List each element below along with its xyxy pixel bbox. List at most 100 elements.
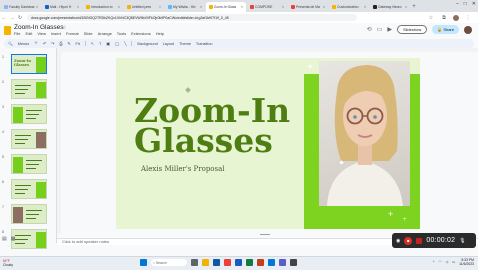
- extensions-icon[interactable]: ⧉: [440, 15, 448, 21]
- menu-arrange[interactable]: Arrange: [98, 31, 112, 36]
- layout-button[interactable]: Layout: [163, 42, 174, 46]
- pause-recording-button[interactable]: [416, 237, 423, 244]
- word-icon[interactable]: [235, 259, 242, 266]
- excel-icon[interactable]: [246, 259, 253, 266]
- redo-icon[interactable]: ↷: [51, 41, 54, 46]
- tab-close-icon[interactable]: ×: [200, 5, 202, 9]
- search-menus-icon[interactable]: 🔍: [8, 41, 13, 46]
- browser-tab[interactable]: Introduction to ×: [83, 2, 123, 12]
- menu-help[interactable]: Help: [156, 31, 164, 36]
- add-slide-icon[interactable]: ＋: [34, 41, 38, 46]
- tab-close-icon[interactable]: ×: [282, 5, 284, 9]
- filmstrip-view-icon[interactable]: ▤: [2, 236, 7, 242]
- slide-thumbnail[interactable]: [11, 104, 47, 124]
- chrome-icon[interactable]: [224, 259, 231, 266]
- tab-close-icon[interactable]: ×: [323, 5, 325, 9]
- chevron-up-icon[interactable]: ^: [433, 260, 435, 264]
- slide-thumbnail[interactable]: [11, 204, 47, 224]
- browser-tab[interactable]: Zoom-In Glass ×: [206, 2, 246, 12]
- slide-subtitle[interactable]: Alexis Miller's Proposal: [141, 165, 225, 173]
- slide-thumbnail[interactable]: [11, 129, 47, 149]
- menu-insert[interactable]: Insert: [51, 31, 61, 36]
- tab-close-icon[interactable]: ×: [36, 5, 38, 9]
- current-slide[interactable]: Zoom-In Glasses Alexis Miller's Proposal…: [116, 58, 420, 229]
- select-icon[interactable]: ↖: [91, 41, 94, 46]
- battery-icon[interactable]: ▭: [452, 260, 455, 264]
- line-icon[interactable]: ╲: [124, 41, 126, 46]
- windows-start-icon[interactable]: [140, 259, 147, 266]
- menu-extensions[interactable]: Extensions: [131, 31, 151, 36]
- slides-logo-icon[interactable]: [4, 26, 11, 35]
- tab-close-icon[interactable]: ×: [405, 5, 407, 9]
- reload-icon[interactable]: ↻: [16, 15, 24, 21]
- system-clock[interactable]: 5:33 PM 11/6/2023: [459, 258, 474, 266]
- slide-thumbnail[interactable]: [11, 154, 47, 174]
- transition-button[interactable]: Transition: [196, 42, 213, 46]
- slide-thumbnail[interactable]: [11, 179, 47, 199]
- meet-icon[interactable]: ▶: [387, 26, 392, 33]
- comment-icon[interactable]: ▭: [377, 26, 383, 33]
- browser-menu-icon[interactable]: ⋮: [464, 15, 472, 21]
- new-tab-button[interactable]: +: [410, 2, 418, 12]
- tab-close-icon[interactable]: ×: [118, 5, 120, 9]
- file-explorer-icon[interactable]: [202, 259, 209, 266]
- menu-format[interactable]: Format: [66, 31, 79, 36]
- tab-close-icon[interactable]: ×: [364, 5, 366, 9]
- browser-tab[interactable]: Faculty Dashboa ×: [1, 2, 41, 12]
- outlook-icon[interactable]: [268, 259, 275, 266]
- menu-tools[interactable]: Tools: [117, 31, 126, 36]
- tab-close-icon[interactable]: ×: [159, 5, 161, 9]
- weather-widget[interactable]: 64°F Cloudy: [3, 259, 13, 267]
- minimize-icon[interactable]: –: [456, 1, 459, 7]
- teams-icon[interactable]: [279, 259, 286, 266]
- notes-resize-handle[interactable]: [260, 234, 270, 235]
- text-box-icon[interactable]: T: [99, 42, 101, 46]
- taskbar-search[interactable]: ⌕ Search: [151, 259, 187, 266]
- history-icon[interactable]: ⟲: [367, 26, 372, 33]
- browser-tab[interactable]: My Wistia - Hiv ×: [165, 2, 205, 12]
- menu-file[interactable]: File: [14, 31, 20, 36]
- menu-edit[interactable]: Edit: [25, 31, 32, 36]
- paint-format-icon[interactable]: ✎: [67, 41, 70, 46]
- url-bar[interactable]: docs.google.com/presentation/d/1BGtGQ2TR…: [27, 14, 357, 21]
- back-icon[interactable]: ←: [0, 15, 8, 21]
- account-avatar[interactable]: [464, 25, 472, 34]
- menu-slide[interactable]: Slide: [84, 31, 93, 36]
- close-window-icon[interactable]: ✕: [472, 1, 476, 7]
- volume-icon[interactable]: ◁: [445, 260, 448, 264]
- powerpoint-icon[interactable]: [257, 259, 264, 266]
- tab-close-icon[interactable]: ×: [77, 5, 79, 9]
- menus-search[interactable]: Menus: [18, 42, 29, 46]
- slide-title[interactable]: Zoom-In Glasses: [134, 94, 290, 157]
- browser-tab[interactable]: COMPOSE ×: [247, 2, 287, 12]
- task-view-icon[interactable]: [191, 259, 198, 266]
- grid-view-icon[interactable]: ▦: [11, 236, 16, 242]
- slideshow-button[interactable]: Slideshow: [396, 25, 428, 34]
- browser-tab[interactable]: Customization ×: [329, 2, 369, 12]
- browser-tab[interactable]: Presenta de Ma ×: [288, 2, 328, 12]
- bookmark-star-icon[interactable]: ☆: [427, 15, 435, 21]
- share-button[interactable]: 🔒 Share: [432, 25, 459, 34]
- maximize-icon[interactable]: □: [464, 1, 467, 7]
- menu-view[interactable]: View: [37, 31, 46, 36]
- theme-button[interactable]: Theme: [179, 42, 191, 46]
- profile-avatar[interactable]: [453, 14, 459, 21]
- slide-thumbnail[interactable]: [11, 79, 47, 99]
- print-icon[interactable]: ⎙: [59, 42, 62, 46]
- settings-icon[interactable]: [290, 259, 297, 266]
- zoom-select[interactable]: Fit: [76, 42, 80, 46]
- shape-icon[interactable]: ◯: [115, 41, 119, 46]
- browser-tab[interactable]: Untitled pres ×: [124, 2, 164, 12]
- image-icon[interactable]: ▣: [106, 41, 110, 46]
- browser-tab[interactable]: Mail - Hiyori H ×: [42, 2, 82, 12]
- microphone-icon[interactable]: 🎙: [459, 238, 465, 244]
- wifi-icon[interactable]: ◠: [438, 260, 441, 264]
- slide-thumbnail[interactable]: [11, 229, 47, 249]
- browser-tab[interactable]: Gateway Neuro ×: [370, 2, 410, 12]
- woman-with-glasses-photo[interactable]: [319, 61, 410, 206]
- undo-icon[interactable]: ↶: [43, 41, 46, 46]
- forward-icon[interactable]: →: [8, 15, 16, 21]
- stop-recording-button[interactable]: ■: [404, 236, 413, 245]
- tab-close-icon[interactable]: ×: [241, 5, 243, 9]
- document-title[interactable]: Zoom-In Glasses: [14, 24, 64, 31]
